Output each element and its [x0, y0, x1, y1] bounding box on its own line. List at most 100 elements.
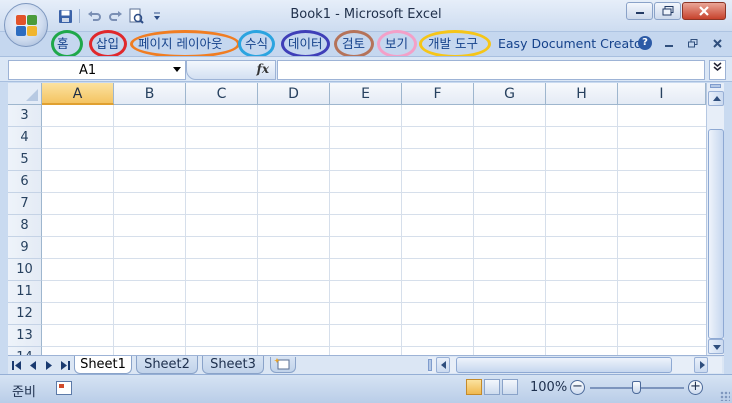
page-layout-view-icon[interactable] — [484, 379, 500, 395]
gridline — [42, 214, 706, 215]
gridline — [257, 105, 258, 355]
insert-function-icon[interactable]: fx — [257, 62, 269, 76]
ribbon-restore-icon[interactable] — [686, 36, 700, 50]
column-header[interactable]: F — [402, 83, 474, 105]
last-sheet-icon[interactable] — [58, 358, 72, 372]
column-header[interactable]: G — [474, 83, 546, 105]
row-header[interactable]: 4 — [8, 127, 42, 149]
row-header[interactable]: 8 — [8, 215, 42, 237]
select-all-button[interactable] — [8, 83, 42, 105]
select-all-icon — [26, 89, 38, 101]
tab-page-layout[interactable]: 페이지 레이아웃 — [130, 30, 240, 58]
name-box[interactable]: A1 — [8, 60, 186, 80]
column-header[interactable]: D — [258, 83, 330, 105]
row-header[interactable]: 3 — [8, 105, 42, 127]
ribbon-close-icon[interactable] — [710, 36, 724, 50]
row-header[interactable]: 5 — [8, 149, 42, 171]
tab-formulas[interactable]: 수식 — [238, 30, 275, 58]
zoom-in-button[interactable]: + — [688, 380, 703, 395]
arrow-down-icon — [713, 345, 721, 350]
tab-easy-document-creator[interactable]: Easy Document Creator — [498, 32, 647, 56]
chevron-down-icon[interactable] — [173, 67, 181, 72]
tab-view[interactable]: 보기 — [377, 30, 417, 58]
zoom-out-button[interactable]: − — [570, 380, 585, 395]
scroll-right-button[interactable] — [694, 357, 708, 373]
row-header[interactable]: 14 — [8, 347, 42, 355]
sheet-tab-label: Sheet3 — [210, 357, 256, 372]
gridline — [617, 105, 618, 355]
resize-grip-icon[interactable] — [720, 391, 730, 401]
row-header[interactable]: 12 — [8, 303, 42, 325]
worksheet-grid[interactable]: A B C D E F G H I 3 4 5 6 7 8 9 10 11 12… — [8, 83, 706, 355]
column-header[interactable]: H — [546, 83, 618, 105]
sheet-tab-sheet3[interactable]: Sheet3 — [202, 356, 264, 374]
column-header[interactable]: I — [618, 83, 706, 105]
gridline — [42, 280, 706, 281]
expand-formula-bar-button[interactable] — [709, 60, 726, 80]
close-button[interactable] — [682, 2, 726, 20]
gridline — [473, 105, 474, 355]
tab-home-label: 홈 — [57, 36, 69, 51]
help-icon[interactable]: ? — [638, 36, 652, 50]
window-controls — [626, 2, 726, 20]
row-header[interactable]: 11 — [8, 281, 42, 303]
scroll-down-button[interactable] — [708, 339, 724, 354]
sheet-tab-sheet1[interactable]: Sheet1 — [74, 356, 132, 374]
gridline — [113, 105, 114, 355]
maximize-button[interactable] — [654, 2, 681, 20]
split-handle[interactable] — [428, 359, 432, 371]
title-bar: Book1 - Microsoft Excel — [0, 0, 732, 32]
vertical-scrollbar[interactable] — [706, 83, 724, 355]
scroll-up-button[interactable] — [708, 91, 724, 106]
ribbon-minimize-icon[interactable] — [662, 36, 676, 50]
normal-view-icon[interactable] — [466, 379, 482, 395]
scroll-thumb[interactable] — [456, 357, 672, 373]
tab-review[interactable]: 검토 — [334, 30, 374, 58]
gridline — [42, 148, 706, 149]
sheet-tab-sheet2[interactable]: Sheet2 — [136, 356, 198, 374]
column-header[interactable]: C — [186, 83, 258, 105]
zoom-slider-thumb[interactable] — [632, 381, 641, 394]
tab-insert[interactable]: 삽입 — [89, 30, 127, 58]
row-header[interactable]: 10 — [8, 259, 42, 281]
formula-input[interactable] — [277, 60, 705, 80]
previous-sheet-icon[interactable] — [26, 358, 40, 372]
zoom-level[interactable]: 100% — [530, 380, 567, 395]
status-text: 준비 — [12, 385, 36, 400]
horizontal-scrollbar[interactable] — [428, 357, 722, 373]
arrow-up-icon — [713, 96, 721, 101]
ribbon-window-controls: ? — [638, 36, 724, 50]
gridline — [42, 258, 706, 259]
tab-data-label: 데이터 — [288, 36, 323, 51]
column-header[interactable]: A — [42, 83, 114, 105]
page-break-preview-icon[interactable] — [502, 379, 518, 395]
tab-formulas-label: 수식 — [245, 36, 269, 51]
office-logo-icon — [16, 15, 38, 37]
sheet-tab-label: Sheet2 — [144, 357, 190, 372]
row-header[interactable]: 7 — [8, 193, 42, 215]
row-header[interactable]: 9 — [8, 237, 42, 259]
tab-data[interactable]: 데이터 — [281, 30, 330, 58]
minimize-button[interactable] — [626, 2, 653, 20]
column-header[interactable]: B — [114, 83, 186, 105]
gridline — [42, 302, 706, 303]
split-handle[interactable] — [710, 84, 721, 88]
insert-sheet-button[interactable] — [270, 357, 296, 373]
macro-record-icon[interactable] — [56, 381, 72, 395]
first-sheet-icon[interactable] — [10, 358, 24, 372]
column-header[interactable]: E — [330, 83, 402, 105]
tab-developer-label: 개발 도구 — [428, 36, 478, 51]
scroll-left-button[interactable] — [436, 357, 450, 373]
tab-insert-label: 삽입 — [96, 36, 120, 51]
tab-developer[interactable]: 개발 도구 — [419, 30, 491, 58]
tab-home[interactable]: 홈 — [51, 30, 83, 58]
formula-bar: A1 fx — [0, 56, 732, 82]
ribbon-tab-row: 홈 삽입 페이지 레이아웃 수식 데이터 검토 보기 개발 도구 Easy Do… — [0, 30, 732, 58]
formula-tools: fx — [186, 60, 276, 80]
office-button[interactable] — [4, 3, 48, 47]
row-header[interactable]: 6 — [8, 171, 42, 193]
name-box-value: A1 — [79, 63, 97, 78]
row-header[interactable]: 13 — [8, 325, 42, 347]
scroll-thumb[interactable] — [708, 129, 724, 339]
next-sheet-icon[interactable] — [42, 358, 56, 372]
